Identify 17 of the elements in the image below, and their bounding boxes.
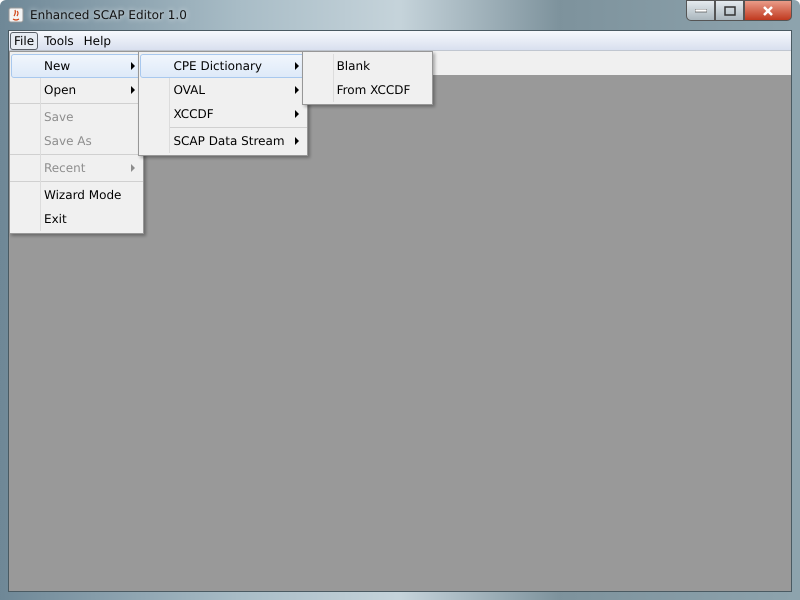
- minimize-button[interactable]: [686, 0, 715, 21]
- maximize-icon: [724, 6, 736, 16]
- menu-item[interactable]: XCCDF: [140, 102, 306, 126]
- menu-bar-item[interactable]: File: [10, 32, 38, 50]
- menu-bar-item[interactable]: Tools: [40, 32, 78, 50]
- close-icon: [762, 6, 774, 16]
- minimize-icon: [694, 8, 706, 12]
- app-icon: [8, 7, 24, 23]
- menu-item[interactable]: SCAP Data Stream: [140, 129, 306, 153]
- close-button[interactable]: [744, 0, 792, 21]
- menu-item[interactable]: Exit: [11, 207, 142, 231]
- menu-item[interactable]: Blank: [304, 54, 432, 78]
- menu-bar-item[interactable]: Help: [80, 32, 116, 50]
- menu-item[interactable]: Wizard Mode: [11, 183, 142, 207]
- menu-item[interactable]: From XCCDF: [304, 78, 432, 102]
- window-title: Enhanced SCAP Editor 1.0: [30, 8, 187, 22]
- maximize-button[interactable]: [715, 0, 744, 21]
